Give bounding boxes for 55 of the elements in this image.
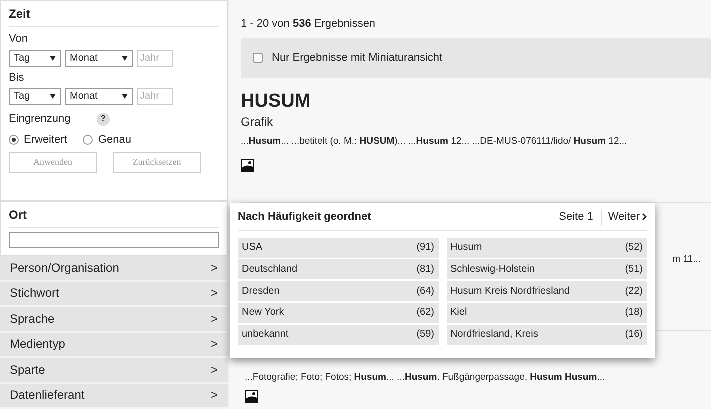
help-button[interactable]: ? <box>96 112 110 126</box>
facet-item[interactable]: Medientyp > <box>0 332 228 358</box>
image-icon[interactable] <box>241 158 254 172</box>
page-indicator: Seite 1 <box>559 210 594 225</box>
result-snippet: ...Husum... ...betitelt (o. M.: HUSUM)... ...Husum 12... ...DE-MUS-076111/lido/ Husum 12... <box>241 134 628 149</box>
result-title[interactable]: HUSUM <box>241 92 711 113</box>
facet-item[interactable]: Stichwort > <box>0 282 228 307</box>
dropdown-arrow-icon <box>50 56 56 60</box>
field-label: Bis <box>9 70 26 86</box>
facet-item[interactable]: Datenlieferant > <box>0 384 228 409</box>
checkbox[interactable] <box>253 53 263 63</box>
result-snippet: ...Fotografie; Foto; Fotos; Husum... ...Husum. Fußgängerpassage, Husum Husum... <box>245 371 606 385</box>
place-search-field[interactable] <box>9 232 219 248</box>
facet-item[interactable]: Person/Organisation > <box>0 256 228 282</box>
facet-option[interactable]: Schleswig-Holstein (51) <box>446 259 647 280</box>
arrow-icon: > <box>210 386 218 404</box>
facet-option[interactable]: Deutschland (81) <box>238 259 438 280</box>
radio-option[interactable]: Erweitert <box>9 132 68 148</box>
image-icon[interactable] <box>245 390 258 403</box>
field-label: Von <box>9 32 29 47</box>
facet-option[interactable]: New York (62) <box>238 302 438 323</box>
day-dropdown[interactable]: Tag <box>9 88 61 105</box>
facet-option[interactable]: Husum (52) <box>446 238 647 258</box>
arrow-icon: > <box>210 284 218 302</box>
year-field[interactable]: Jahr <box>137 50 173 66</box>
dropdown-arrow-icon <box>50 94 56 99</box>
next-link[interactable]: Weiter <box>601 209 647 226</box>
facet-option[interactable]: unbekannt (59) <box>238 324 438 345</box>
facet-option[interactable]: Husum Kreis Nordfriesland (22) <box>446 281 647 302</box>
arrow-icon: > <box>210 310 218 328</box>
facet-option[interactable]: Kiel (18) <box>446 302 647 323</box>
checkbox-label: Nur Ergebnisse mit Miniaturansicht <box>272 50 443 66</box>
facet-item[interactable]: Sparte > <box>0 358 228 384</box>
facet-option[interactable]: Dresden (64) <box>238 281 438 302</box>
dropdown-arrow-icon <box>122 56 128 60</box>
facet-item[interactable]: Sprache > <box>0 307 228 332</box>
popup-title: Nach Häufigkeit geordnet <box>238 210 372 225</box>
month-dropdown[interactable]: Monat <box>65 88 133 105</box>
month-dropdown[interactable]: Monat <box>65 50 133 66</box>
result-snippet: m 11... <box>672 253 702 267</box>
day-dropdown[interactable]: Tag <box>9 50 61 66</box>
chevron-icon[interactable] <box>642 213 647 222</box>
year-field[interactable]: Jahr <box>137 88 173 105</box>
radio-option[interactable]: Genau <box>83 132 132 148</box>
arrow-icon: > <box>210 360 218 379</box>
facet-option[interactable]: USA (91) <box>238 238 438 258</box>
result-type: Grafik <box>241 114 274 131</box>
dropdown-arrow-icon <box>122 94 128 99</box>
arrow-icon: > <box>210 258 218 277</box>
field-label: Eingrenzung <box>9 112 71 127</box>
arrow-icon: > <box>210 335 218 354</box>
panel-title: Ort <box>9 206 219 228</box>
facet-option[interactable]: Nordfriesland, Kreis (16) <box>446 324 647 345</box>
panel-title: Zeit <box>9 5 219 27</box>
result-count: 1 - 20 von 536 Ergebnissen <box>241 17 377 32</box>
